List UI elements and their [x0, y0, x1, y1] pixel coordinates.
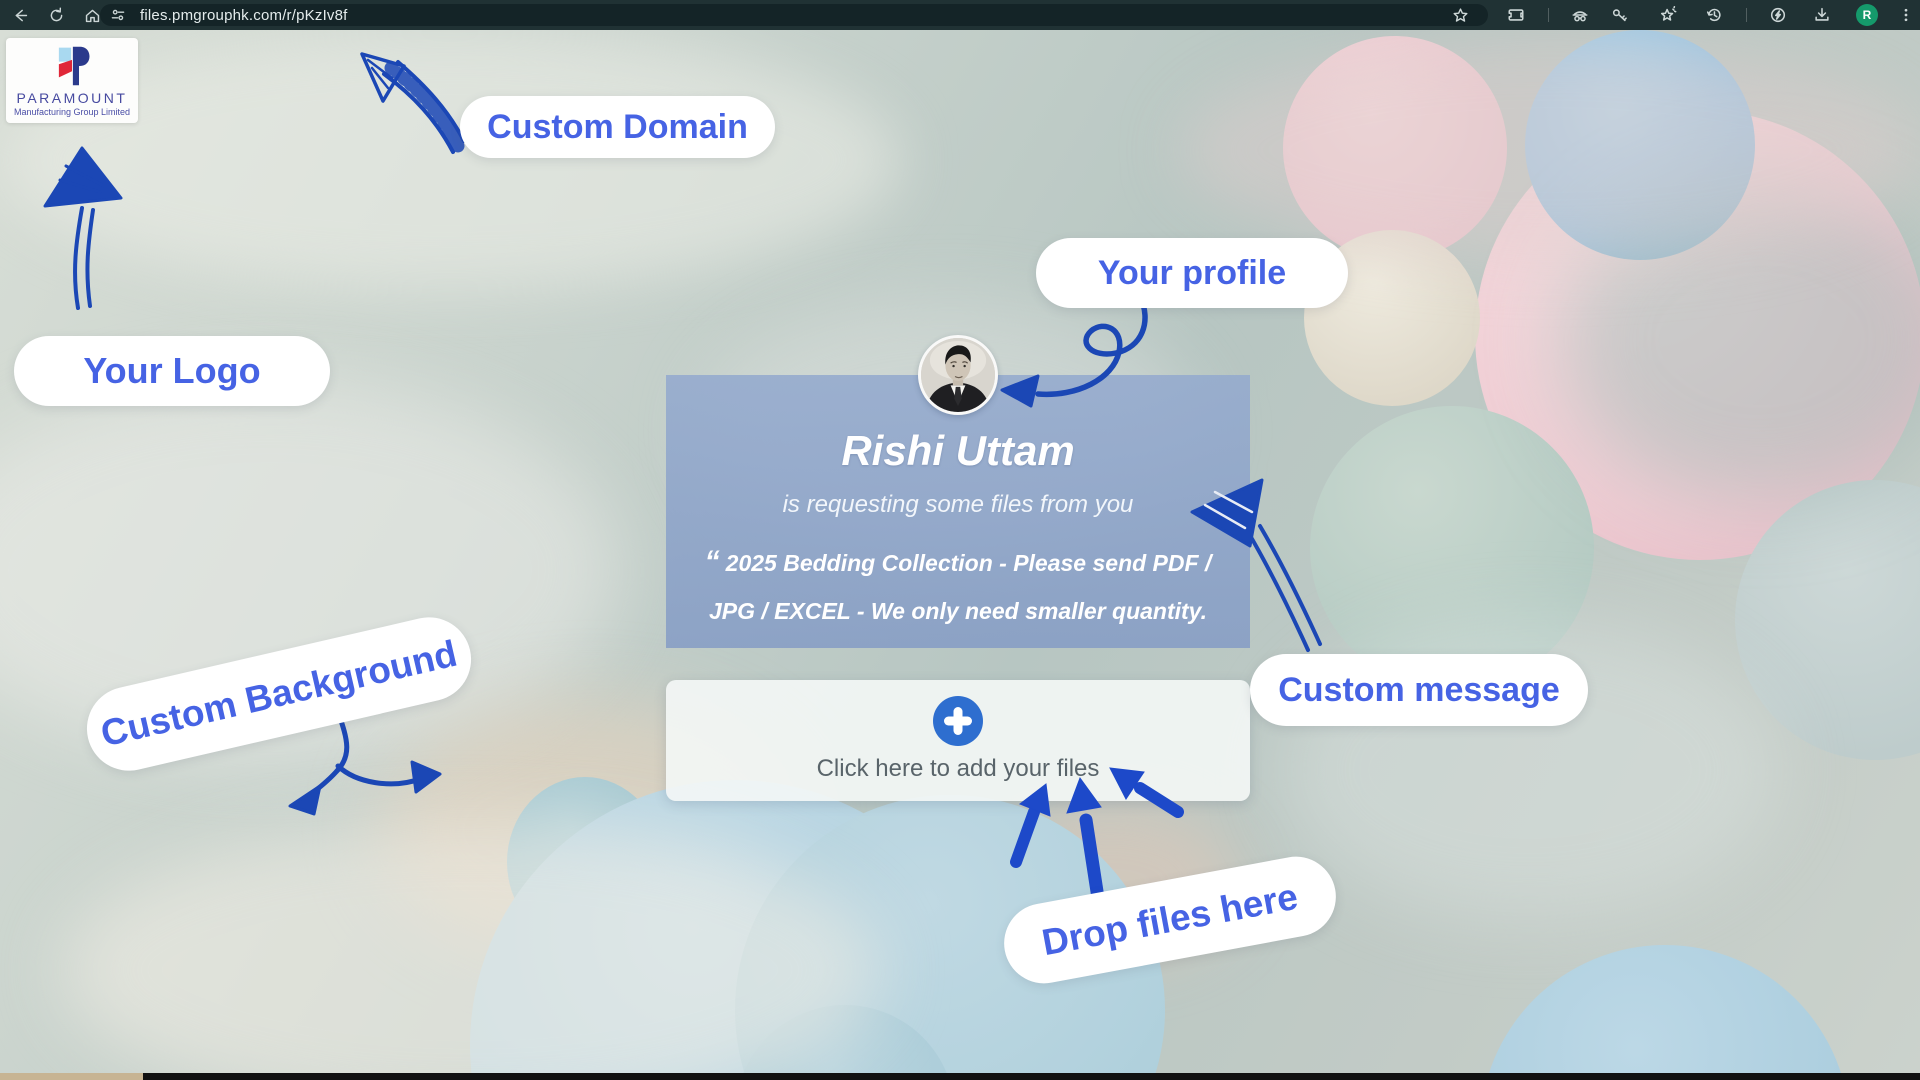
panel-icon [1507, 6, 1525, 24]
incognito-icon [1571, 6, 1589, 24]
paramount-logo-mark [52, 45, 92, 87]
back-button[interactable] [8, 3, 32, 27]
reload-icon [48, 7, 65, 24]
browser-toolbar: files.pmgrouphk.com/r/pKzIv8f R [0, 0, 1920, 30]
request-message: “2025 Bedding Collection - Please send P… [698, 533, 1218, 634]
requester-name: Rishi Uttam [666, 427, 1250, 475]
energy-icon [1769, 6, 1787, 24]
add-files-button[interactable] [932, 695, 984, 747]
bookmark-button[interactable] [1448, 3, 1472, 27]
dropzone-label[interactable]: Click here to add your files [817, 755, 1100, 783]
history-icon [1705, 6, 1723, 24]
star-icon [1452, 7, 1469, 24]
portrait-photo [921, 338, 995, 412]
performance-button[interactable] [1766, 3, 1790, 27]
toolbar-divider [1746, 8, 1747, 22]
address-bar[interactable]: files.pmgrouphk.com/r/pKzIv8f [100, 4, 1488, 26]
tune-icon [110, 7, 126, 23]
annotation-custom-message: Custom message [1250, 654, 1588, 726]
key-icon [1611, 6, 1629, 24]
browser-profile-button[interactable]: R [1856, 4, 1878, 26]
extension-password-button[interactable] [1608, 3, 1632, 27]
company-subname: Manufacturing Group Limited [14, 107, 130, 117]
annotation-your-logo: Your Logo [14, 336, 330, 406]
company-logo: PARAMOUNT Manufacturing Group Limited [6, 38, 138, 123]
menu-kebab-icon [1898, 7, 1914, 23]
bottom-edge [0, 1073, 1920, 1080]
file-dropzone[interactable]: Click here to add your files [666, 680, 1250, 801]
balloon-sphere [1480, 945, 1850, 1080]
plus-icon [932, 695, 984, 747]
extension-favorites-button[interactable] [1656, 3, 1680, 27]
toolbar-divider [1548, 8, 1549, 22]
reload-button[interactable] [44, 3, 68, 27]
bottom-edge-segment [143, 1073, 1920, 1080]
side-panel-button[interactable] [1504, 3, 1528, 27]
screen: files.pmgrouphk.com/r/pKzIv8f R [0, 0, 1920, 1080]
browser-menu-button[interactable] [1894, 3, 1918, 27]
downloads-button[interactable] [1810, 3, 1834, 27]
requester-avatar [918, 335, 998, 415]
download-icon [1813, 6, 1831, 24]
history-button[interactable] [1702, 3, 1726, 27]
annotation-custom-domain: Custom Domain [460, 96, 775, 158]
sparkle-star-icon [1659, 6, 1677, 24]
site-info-button[interactable] [110, 7, 126, 23]
file-request-card: Rishi Uttam is requesting some files fro… [666, 375, 1250, 648]
back-icon [12, 7, 29, 24]
cloud [1180, 40, 1920, 260]
annotation-your-profile: Your profile [1036, 238, 1348, 308]
home-icon [84, 7, 101, 24]
request-message-text: 2025 Bedding Collection - Please send PD… [709, 550, 1211, 624]
bottom-edge-segment [0, 1073, 143, 1080]
request-subtitle: is requesting some files from you [666, 491, 1250, 519]
url-text[interactable]: files.pmgrouphk.com/r/pKzIv8f [140, 7, 348, 24]
quote-mark: “ [705, 545, 720, 578]
extension-incognito-button[interactable] [1568, 3, 1592, 27]
company-name: PARAMOUNT [17, 90, 128, 106]
